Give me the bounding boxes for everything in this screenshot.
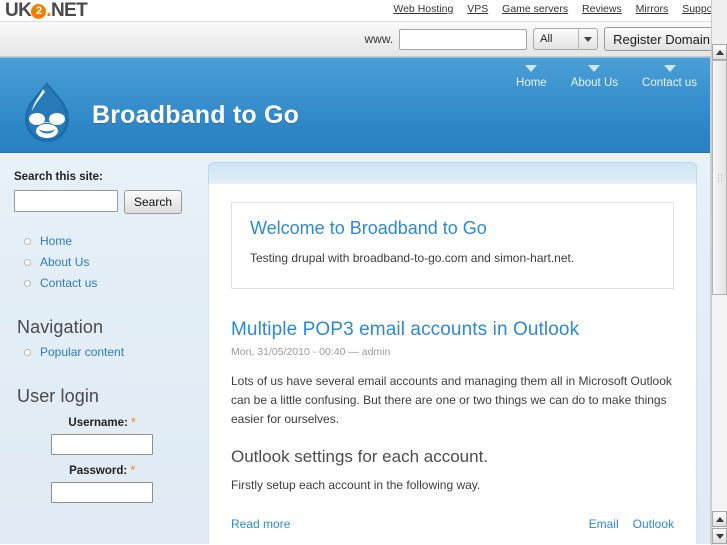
password-label-text: Password:	[69, 465, 128, 477]
search-block-title: Search this site:	[14, 171, 103, 183]
username-field-group: Username: *	[14, 417, 196, 455]
primary-navigation: Home About Us Contact us	[516, 65, 697, 89]
nav-item-contact-us[interactable]: Contact us	[642, 65, 697, 89]
site-search-button[interactable]: Search	[124, 190, 183, 214]
nav-item-home-label: Home	[516, 77, 547, 89]
uk2-logo-suffix: NET	[50, 0, 88, 21]
drupal-droplet-icon	[19, 81, 75, 143]
sidebar-item-popular-content[interactable]: Popular content	[24, 344, 196, 360]
domain-search-input[interactable]	[399, 28, 528, 50]
chevron-down-icon	[578, 29, 597, 49]
drupal-page: Broadband to Go Home About Us Contact us	[0, 57, 711, 544]
required-marker: *	[130, 465, 135, 477]
sidebar-menu: Home About Us Contact us	[14, 233, 196, 291]
uk2-link-web-hosting[interactable]: Web Hosting	[393, 3, 453, 15]
vertical-scrollbar-thumb[interactable]	[712, 60, 727, 295]
tld-select-value: All	[540, 33, 553, 45]
welcome-title: Welcome to Broadband to Go	[250, 218, 487, 238]
sidebar-item-about-us[interactable]: About Us	[24, 254, 196, 270]
browser-viewport: Broadband to Go Home About Us Contact us	[0, 57, 727, 544]
domain-search-strip: www. All Register Domain	[0, 22, 727, 57]
nav-item-about-us[interactable]: About Us	[571, 65, 618, 89]
scrollbar-grip-icon	[717, 173, 724, 182]
sidebar-item-contact-us-label[interactable]: Contact us	[40, 276, 97, 290]
content-column: Welcome to Broadband to Go Testing drupa…	[208, 153, 711, 544]
register-domain-button[interactable]: Register Domain	[604, 27, 719, 51]
welcome-block: Welcome to Broadband to Go Testing drupa…	[231, 202, 674, 289]
username-label: Username: *	[14, 417, 190, 429]
vertical-scrollbar[interactable]	[711, 0, 727, 545]
nav-pointer-icon	[663, 65, 676, 72]
sidebar-item-about-us-label[interactable]: About Us	[40, 255, 89, 269]
vertical-scrollbar-track[interactable]	[712, 60, 727, 511]
required-marker: *	[131, 417, 136, 429]
scroll-up-button[interactable]	[712, 44, 727, 60]
scroll-up-arrow-icon	[715, 516, 724, 522]
sidebar-item-home-label[interactable]: Home	[40, 234, 72, 248]
site-title: Broadband to Go	[92, 101, 300, 129]
node-subtext: Firstly setup each account in the follow…	[231, 478, 481, 492]
scroll-up-arrow-icon	[715, 49, 724, 55]
scroll-down-arrow-icon	[715, 533, 724, 539]
nav-item-contact-us-label: Contact us	[642, 77, 697, 89]
read-more-link[interactable]: Read more	[231, 517, 290, 531]
uk2-logo-badge: 2	[31, 4, 47, 19]
scroll-down-button[interactable]	[712, 528, 727, 544]
taxonomy-link-email[interactable]: Email	[589, 517, 619, 531]
node-body-text: Lots of us have several email accounts a…	[231, 374, 672, 426]
nav-pointer-icon	[525, 65, 538, 72]
www-label: www.	[364, 32, 394, 46]
taxonomy-link-outlook[interactable]: Outlook	[633, 517, 674, 531]
node-title[interactable]: Multiple POP3 email accounts in Outlook	[231, 319, 674, 341]
nav-pointer-icon	[588, 65, 601, 72]
welcome-text: Testing drupal with broadband-to-go.com …	[250, 251, 575, 265]
nav-item-about-us-label: About Us	[570, 77, 619, 89]
navigation-heading: Navigation	[17, 317, 104, 337]
node-taxonomy-links: Email Outlook	[589, 517, 674, 531]
uk2-link-mirrors[interactable]: Mirrors	[636, 3, 669, 15]
content-top-bar	[208, 162, 697, 184]
uk2-top-bar: UK 2 .NET Web Hosting VPS Game servers Rev…	[0, 0, 727, 22]
navigation-menu: Popular content	[14, 344, 196, 360]
uk2-logo[interactable]: UK 2 .NET	[5, 0, 88, 21]
tld-select[interactable]: All	[533, 28, 599, 50]
username-label-text: Username:	[68, 417, 128, 429]
sidebar-item-popular-content-label[interactable]: Popular content	[40, 345, 124, 359]
node-teaser: Multiple POP3 email accounts in Outlook …	[231, 319, 674, 544]
uk2-link-vps[interactable]: VPS	[467, 3, 488, 15]
username-input[interactable]	[51, 434, 153, 455]
password-input[interactable]	[51, 482, 153, 503]
site-search-input[interactable]	[14, 190, 118, 212]
sidebar-item-contact-us[interactable]: Contact us	[24, 275, 196, 291]
nav-item-home[interactable]: Home	[516, 65, 547, 89]
site-banner: Broadband to Go Home About Us Contact us	[0, 57, 711, 153]
password-field-group: Password: *	[14, 465, 196, 503]
uk2-logo-prefix: UK	[5, 0, 32, 21]
uk2-nav-links: Web Hosting VPS Game servers Reviews Mir…	[382, 3, 719, 15]
node-submitted-meta: Mon, 31/05/2010 - 00:40 — admin	[231, 346, 391, 358]
scroll-up-button-bottom[interactable]	[712, 511, 727, 527]
search-block: Search this site: Search	[14, 171, 196, 214]
node-links-row: Read more Email Outlook	[231, 517, 674, 544]
node-subheading: Outlook settings for each account.	[231, 447, 489, 466]
node-title-link[interactable]: Multiple POP3 email accounts in Outlook	[231, 319, 579, 340]
domain-search-group: www. All Register Domain	[364, 27, 719, 51]
page-columns: Search this site: Search Home About Us C…	[0, 153, 711, 544]
uk2-link-reviews[interactable]: Reviews	[582, 3, 622, 15]
content-body: Welcome to Broadband to Go Testing drupa…	[208, 184, 697, 544]
uk2-link-game-servers[interactable]: Game servers	[502, 3, 568, 15]
left-sidebar: Search this site: Search Home About Us C…	[0, 153, 208, 544]
password-label: Password: *	[14, 465, 190, 477]
sidebar-item-home[interactable]: Home	[24, 233, 196, 249]
navigation-block: Navigation Popular content	[14, 317, 196, 360]
user-login-heading: User login	[17, 386, 100, 406]
user-login-block: User login Username: * Password: *	[14, 386, 196, 503]
